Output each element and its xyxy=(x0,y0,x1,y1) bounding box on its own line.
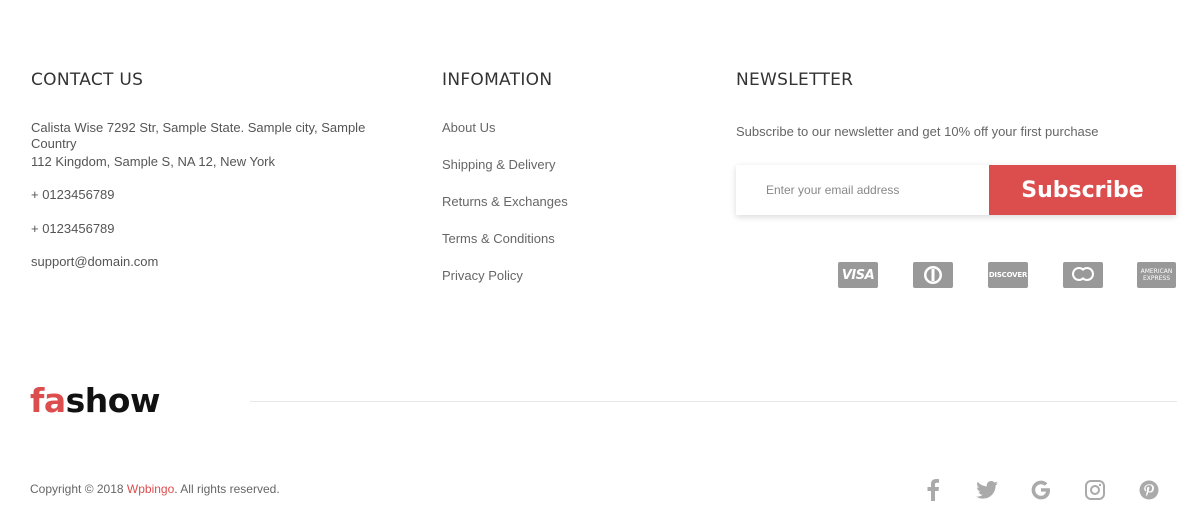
wpbingo-link[interactable]: Wpbingo xyxy=(127,482,174,496)
contact-section: CONTACT US Calista Wise 7292 Str, Sample… xyxy=(31,70,411,288)
copyright-prefix: Copyright © 2018 xyxy=(30,482,127,496)
email-input[interactable] xyxy=(736,165,989,215)
social-links xyxy=(920,478,1180,502)
discover-icon: DISCOVER xyxy=(988,262,1028,288)
pinterest-glyph xyxy=(1139,480,1159,500)
twitter-icon[interactable] xyxy=(974,478,1000,502)
logo-part-fa: fa xyxy=(30,381,66,420)
google-icon[interactable] xyxy=(1028,478,1054,502)
mastercard-graphic xyxy=(1072,267,1094,281)
diners-club-graphic xyxy=(924,266,942,284)
newsletter-title: NEWSLETTER xyxy=(736,70,854,90)
newsletter-form: Subscribe xyxy=(736,165,1176,215)
privacy-policy-link[interactable]: Privacy Policy xyxy=(442,268,702,305)
facebook-icon[interactable] xyxy=(920,478,946,502)
returns-exchanges-link[interactable]: Returns & Exchanges xyxy=(442,194,702,231)
information-title: INFOMATION xyxy=(442,70,553,90)
amex-label: AMERICAN EXPRESS xyxy=(1140,268,1173,282)
newsletter-description: Subscribe to our newsletter and get 10% … xyxy=(736,124,1099,139)
visa-label: VISA xyxy=(841,267,875,283)
contact-phone-2: + 0123456789 xyxy=(31,220,115,236)
twitter-glyph xyxy=(976,481,998,499)
instagram-glyph xyxy=(1085,480,1105,500)
visa-icon: VISA xyxy=(838,262,878,288)
contact-address-2: 112 Kingdom, Sample S, NA 12, New York xyxy=(31,153,276,169)
pinterest-icon[interactable] xyxy=(1136,478,1162,502)
contact-email: support@domain.com xyxy=(31,254,159,269)
terms-conditions-link[interactable]: Terms & Conditions xyxy=(442,231,702,268)
subscribe-button[interactable]: Subscribe xyxy=(989,165,1176,215)
american-express-icon: AMERICAN EXPRESS xyxy=(1137,262,1176,288)
diners-club-icon xyxy=(913,262,953,288)
about-us-link[interactable]: About Us xyxy=(442,120,702,157)
footer-divider xyxy=(250,401,1177,402)
mastercard-icon xyxy=(1063,262,1103,288)
payment-methods: VISA DISCOVER AMERICAN EXPRESS xyxy=(838,262,1176,288)
copyright-text: Copyright © 2018 Wpbingo. All rights res… xyxy=(30,482,280,496)
contact-address: Calista Wise 7292 Str, Sample State. Sam… xyxy=(31,120,366,151)
information-section: INFOMATION About Us Shipping & Delivery … xyxy=(442,70,702,305)
contact-phone-1: + 0123456789 xyxy=(31,187,115,202)
google-glyph xyxy=(1031,480,1050,500)
copyright-suffix: . All rights reserved. xyxy=(174,482,280,496)
discover-label: DISCOVER xyxy=(988,271,1028,279)
facebook-glyph xyxy=(927,479,939,501)
instagram-icon[interactable] xyxy=(1082,478,1108,502)
fashow-logo[interactable]: fashow xyxy=(30,381,160,421)
contact-title: CONTACT US xyxy=(31,70,144,90)
logo-part-show: show xyxy=(65,381,161,420)
shipping-delivery-link[interactable]: Shipping & Delivery xyxy=(442,157,702,194)
newsletter-section: NEWSLETTER Subscribe to our newsletter a… xyxy=(736,70,1176,215)
